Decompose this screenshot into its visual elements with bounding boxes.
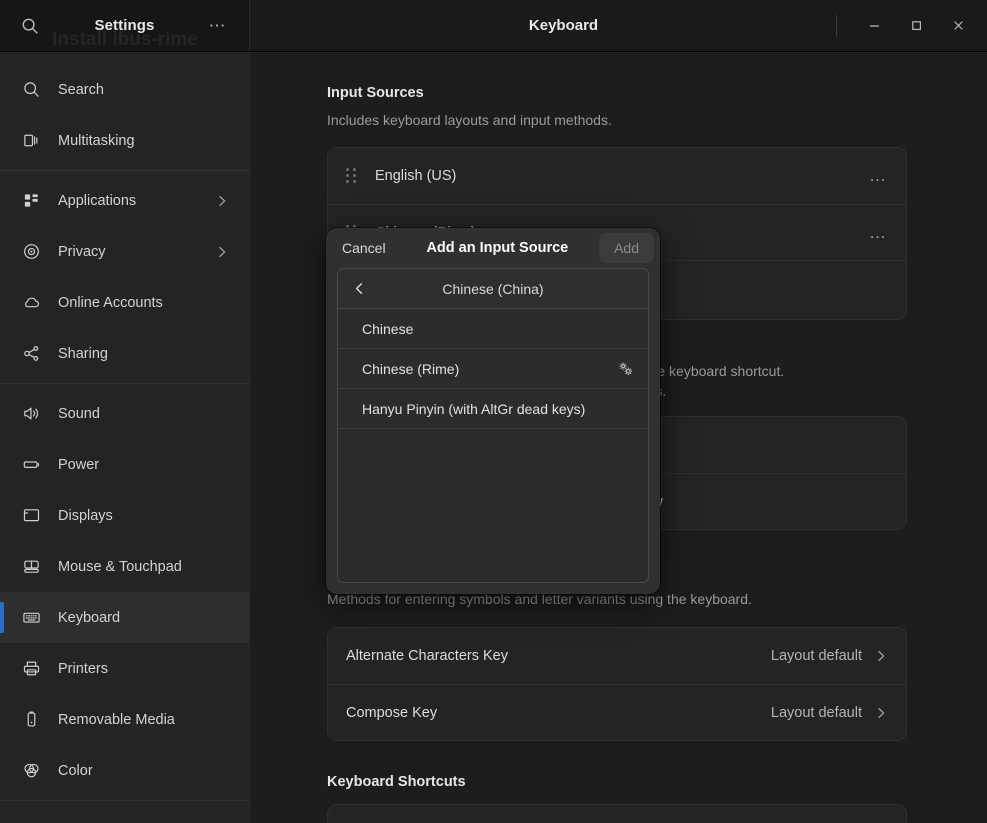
sidebar-item-mouse-touchpad[interactable]: Mouse & Touchpad xyxy=(0,541,249,592)
sidebar-item-label: Keyboard xyxy=(58,609,121,626)
share-icon xyxy=(20,343,42,365)
sidebar-divider xyxy=(0,383,249,384)
input-source-option-label: Hanyu Pinyin (with AltGr dead keys) xyxy=(362,400,586,417)
color-icon xyxy=(20,760,42,782)
sidebar-item-label: Sharing xyxy=(58,345,108,362)
add-input-source-dialog: Cancel Add an Input Source Add Chinese (… xyxy=(326,228,660,594)
sidebar-item-label: Displays xyxy=(58,507,113,524)
sidebar-item-applications[interactable]: Applications xyxy=(0,175,249,226)
row-menu-button[interactable]: … xyxy=(869,167,888,184)
dialog-title: Add an Input Source xyxy=(426,240,569,256)
keyboard-shortcuts-title: Keyboard Shortcuts xyxy=(327,774,466,790)
keyboard-icon xyxy=(20,607,42,629)
content-header: Keyboard xyxy=(250,0,987,51)
table-row[interactable]: English (US) … xyxy=(328,148,906,204)
sidebar-item-label: Online Accounts xyxy=(58,294,163,311)
dialog-body: Chinese (China) Chinese Chinese (Rime) Han… xyxy=(326,268,660,594)
cloud-icon xyxy=(20,292,42,314)
input-source-label: English (US) xyxy=(375,168,457,184)
dialog-header: Cancel Add an Input Source Add xyxy=(326,228,660,268)
sidebar-item-label: Privacy xyxy=(58,243,106,260)
keyboard-shortcuts-card[interactable] xyxy=(327,804,907,823)
input-source-option-label: Chinese xyxy=(362,320,414,337)
sidebar-item-power[interactable]: Power xyxy=(0,439,249,490)
region-language-icon xyxy=(20,820,42,823)
sidebar[interactable]: Search Multitasking Applications Privacy Onl… xyxy=(0,52,250,823)
chevron-right-icon xyxy=(215,245,229,259)
maximize-button[interactable] xyxy=(901,11,931,41)
sidebar-item-label: Mouse & Touchpad xyxy=(58,558,182,575)
alternate-characters-key-value: Layout default xyxy=(770,648,862,664)
sidebar-item-printers[interactable]: Printers xyxy=(0,643,249,694)
settings-window: Settings ⋯ Keyboard Install ibus-rime Se xyxy=(0,0,987,823)
drag-handle-icon[interactable] xyxy=(346,168,358,184)
input-source-list[interactable]: Chinese (China) Chinese Chinese (Rime) Han… xyxy=(337,268,649,583)
list-item[interactable]: Chinese xyxy=(338,309,648,349)
sidebar-item-displays[interactable]: Displays xyxy=(0,490,249,541)
dialog-list-header: Chinese (China) xyxy=(338,269,648,309)
sidebar-divider xyxy=(0,800,249,801)
sidebar-item-color[interactable]: Color xyxy=(0,745,249,796)
compose-key-value: Layout default xyxy=(770,704,862,721)
compose-key-label: Compose Key xyxy=(346,704,438,721)
sidebar-item-label: Sound xyxy=(58,405,100,422)
sidebar-header: Settings ⋯ xyxy=(0,0,250,51)
sidebar-item-label: Applications xyxy=(58,192,137,209)
mouse-icon xyxy=(20,556,42,578)
printer-icon xyxy=(20,658,42,680)
close-button[interactable] xyxy=(943,11,973,41)
sidebar-item-label: Color xyxy=(58,762,93,779)
sidebar-item-label: Multitasking xyxy=(58,132,135,149)
preferences-gear-icon[interactable] xyxy=(617,360,634,377)
search-icon[interactable] xyxy=(13,9,47,43)
titlebar: Settings ⋯ Keyboard Install ibus-rime xyxy=(0,0,987,52)
display-icon xyxy=(20,505,42,527)
sidebar-item-label: Power xyxy=(58,456,100,473)
battery-icon xyxy=(20,454,42,476)
input-sources-subtitle: Includes keyboard layouts and input meth… xyxy=(327,112,612,128)
chevron-left-icon[interactable] xyxy=(346,276,372,302)
dialog-list-title: Chinese (China) xyxy=(442,280,544,297)
sidebar-item-label: Removable Media xyxy=(58,711,175,728)
chevron-right-icon xyxy=(215,194,229,208)
privacy-icon xyxy=(20,241,42,263)
table-row[interactable]: Alternate Characters Key Layout default xyxy=(328,628,906,684)
usb-drive-icon xyxy=(20,709,42,731)
cancel-button[interactable]: Cancel xyxy=(332,234,396,262)
search-icon xyxy=(20,79,42,101)
main-menu-button[interactable]: ⋯ xyxy=(201,9,235,43)
list-item[interactable]: Chinese (Rime) xyxy=(338,349,648,389)
input-sources-title: Input Sources xyxy=(327,85,424,101)
sidebar-item-search[interactable]: Search xyxy=(0,64,249,115)
sidebar-item-region-language[interactable]: Region & Language xyxy=(0,805,249,823)
chevron-right-icon[interactable] xyxy=(874,649,888,663)
sidebar-item-multitasking[interactable]: Multitasking xyxy=(0,115,249,166)
sidebar-item-sharing[interactable]: Sharing xyxy=(0,328,249,379)
sidebar-item-keyboard[interactable]: Keyboard xyxy=(0,592,249,643)
section-keyboard-shortcuts: Keyboard Shortcuts xyxy=(327,774,907,823)
sidebar-item-label: Search xyxy=(58,81,104,98)
window-controls xyxy=(836,0,979,51)
sidebar-item-sound[interactable]: Sound xyxy=(0,388,249,439)
alternate-characters-key-label: Alternate Characters Key xyxy=(346,648,508,664)
speaker-icon xyxy=(20,403,42,425)
table-row[interactable]: Compose Key Layout default xyxy=(328,684,906,740)
minimize-button[interactable] xyxy=(859,11,889,41)
window-controls-separator xyxy=(836,14,837,37)
applications-icon xyxy=(20,190,42,212)
sidebar-item-privacy[interactable]: Privacy xyxy=(0,226,249,277)
row-menu-button[interactable]: … xyxy=(869,224,888,241)
chevron-right-icon[interactable] xyxy=(874,706,888,720)
sidebar-item-removable-media[interactable]: Removable Media xyxy=(0,694,249,745)
add-button[interactable]: Add xyxy=(599,233,654,263)
input-source-option-label: Chinese (Rime) xyxy=(362,360,460,377)
sidebar-item-label: Printers xyxy=(58,660,108,677)
multitasking-icon xyxy=(20,130,42,152)
sidebar-divider xyxy=(0,170,249,171)
list-item[interactable]: Hanyu Pinyin (with AltGr dead keys) xyxy=(338,389,648,429)
special-chars-card: Alternate Characters Key Layout default … xyxy=(327,627,907,741)
sidebar-item-online-accounts[interactable]: Online Accounts xyxy=(0,277,249,328)
